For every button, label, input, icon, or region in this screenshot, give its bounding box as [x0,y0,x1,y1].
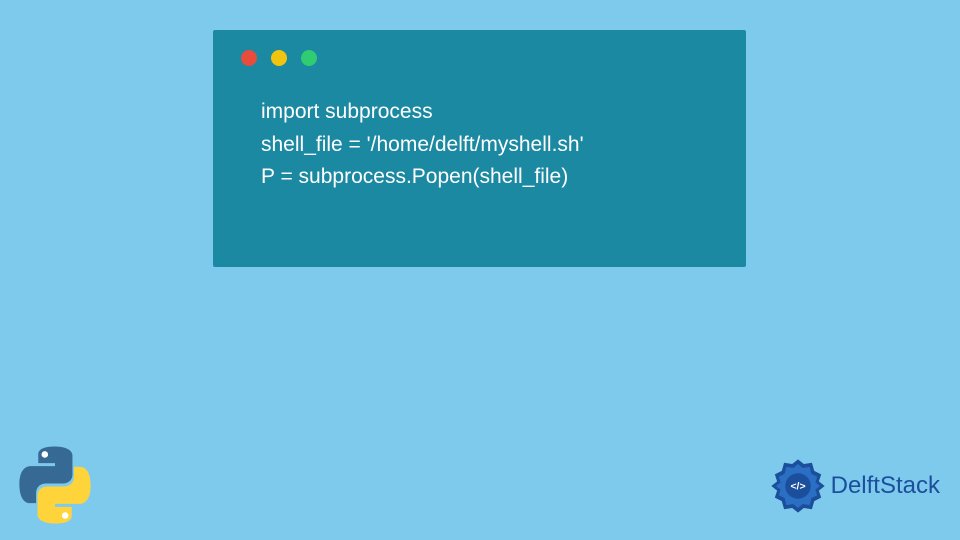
delftstack-badge-icon: </> [769,457,827,515]
code-window: import subprocess shell_file = '/home/de… [213,30,746,267]
svg-text:</>: </> [790,481,805,492]
delftstack-brand-text: DelftStack [831,472,940,500]
code-line-3: P = subprocess.Popen(shell_file) [261,161,746,194]
delftstack-logo: </> DelftStack [769,457,940,515]
close-icon [241,50,257,66]
minimize-icon [271,50,287,66]
code-line-1: import subprocess [261,96,746,129]
code-content: import subprocess shell_file = '/home/de… [213,66,746,194]
code-line-2: shell_file = '/home/delft/myshell.sh' [261,129,746,162]
window-controls [213,30,746,66]
maximize-icon [301,50,317,66]
python-logo-icon [15,445,95,525]
